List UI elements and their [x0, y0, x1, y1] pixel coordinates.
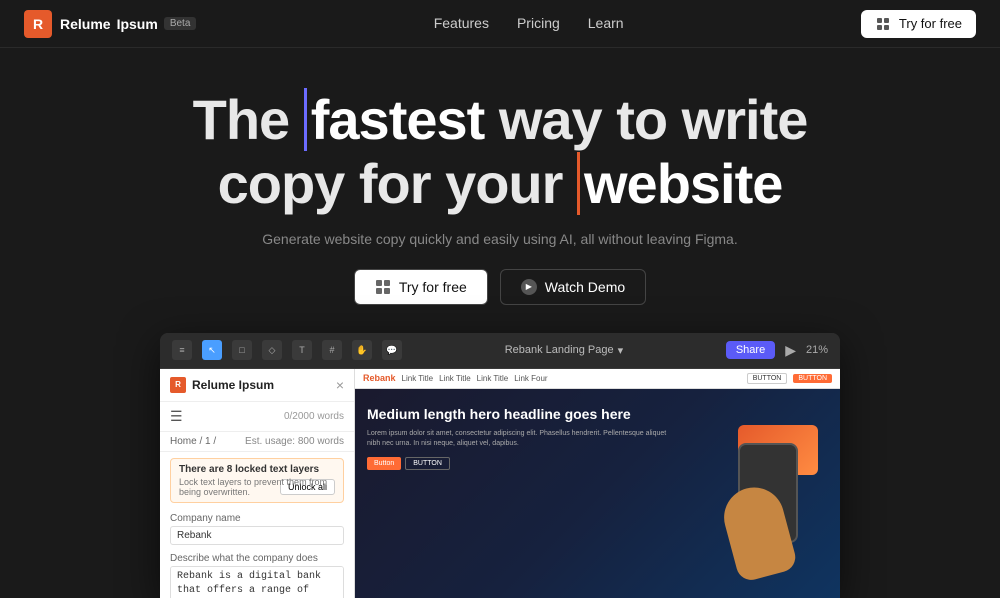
plugin-menu-bar: ☰ 0/2000 words — [160, 402, 354, 432]
grid-icon — [375, 279, 391, 295]
figma-comment-tool[interactable]: 💬 — [382, 340, 402, 360]
watch-demo-button[interactable]: ▶ Watch Demo — [500, 269, 646, 305]
figma-text-tool[interactable]: T — [292, 340, 312, 360]
figma-handoff-tool[interactable]: ✋ — [352, 340, 372, 360]
plugin-title: R Relume Ipsum — [170, 377, 274, 393]
logo-icon: R — [24, 10, 52, 38]
nav-cta-label: Try for free — [899, 16, 962, 31]
figma-menu-tool: ≡ — [172, 340, 192, 360]
website-preview: Rebank Link Title Link Title Link Title … — [355, 369, 840, 598]
website-hero-btn2[interactable]: BUTTON — [405, 457, 450, 470]
nav-links: Features Pricing Learn — [434, 15, 624, 33]
hero-highlight-website: website — [577, 152, 782, 215]
hero-highlight-fastest: fastest — [304, 88, 485, 151]
figma-frame-tool[interactable]: □ — [232, 340, 252, 360]
company-name-input[interactable] — [170, 526, 344, 545]
nav-link-pricing[interactable]: Pricing — [517, 15, 560, 31]
nav-cta-button[interactable]: Try for free — [861, 10, 976, 38]
hero-section: The fastest way to write copy for your w… — [0, 48, 1000, 305]
plugin-breadcrumb: Home / 1 / Est. usage: 800 words — [160, 432, 354, 452]
hero-buttons: Try for free ▶ Watch Demo — [354, 269, 646, 305]
hero-subtitle: Generate website copy quickly and easily… — [262, 231, 737, 247]
nav-link-learn[interactable]: Learn — [588, 15, 624, 31]
try-for-free-button[interactable]: Try for free — [354, 269, 488, 305]
website-hero-body: Lorem ipsum dolor sit amet, consectetur … — [367, 429, 678, 449]
try-for-free-label: Try for free — [399, 279, 467, 295]
figma-component-tool[interactable]: # — [322, 340, 342, 360]
website-nav-link-3: Link Title — [477, 374, 509, 383]
figma-toolbar: ≡ ↖ □ ◇ T # ✋ 💬 Rebank Landing Page ▾ Sh… — [160, 333, 840, 369]
figma-window: ≡ ↖ □ ◇ T # ✋ 💬 Rebank Landing Page ▾ Sh… — [160, 333, 840, 598]
figma-canvas-title: Rebank Landing Page ▾ — [412, 344, 716, 357]
website-nav-btn-outline[interactable]: BUTTON — [747, 373, 788, 384]
logo: R Relume Ipsum Beta — [24, 10, 196, 38]
beta-badge: Beta — [164, 17, 197, 30]
plugin-close-button[interactable]: × — [336, 377, 344, 393]
website-brand: Rebank — [363, 373, 396, 383]
website-hero-image — [688, 405, 828, 582]
figma-cursor-tool[interactable]: ↖ — [202, 340, 222, 360]
plugin-logo-icon: R — [170, 377, 186, 393]
plugin-hamburger-icon[interactable]: ☰ — [170, 408, 183, 425]
figma-zoom-level: 21% — [806, 344, 828, 356]
watch-demo-label: Watch Demo — [545, 279, 625, 295]
plugin-panel: R Relume Ipsum × ☰ 0/2000 words Home / 1… — [160, 369, 355, 598]
website-hero-text: Medium length hero headline goes here Lo… — [367, 405, 678, 582]
website-nav-link-2: Link Title — [439, 374, 471, 383]
plugin-word-count: 0/2000 words — [284, 411, 344, 422]
hero-title: The fastest way to write copy for your w… — [193, 88, 808, 217]
play-icon: ▶ — [521, 279, 537, 295]
figma-play-btn[interactable]: ▶ — [785, 342, 796, 359]
mockup-wrapper: ≡ ↖ □ ◇ T # ✋ 💬 Rebank Landing Page ▾ Sh… — [0, 333, 1000, 598]
plugin-header: R Relume Ipsum × — [160, 369, 354, 402]
figma-canvas: R Relume Ipsum × ☰ 0/2000 words Home / 1… — [160, 369, 840, 598]
website-hero-title: Medium length hero headline goes here — [367, 405, 678, 423]
website-hero-buttons: Button BUTTON — [367, 457, 678, 470]
navbar: R Relume Ipsum Beta Features Pricing Lea… — [0, 0, 1000, 48]
figma-icon — [875, 16, 891, 32]
website-nav-link-1: Link Title — [402, 374, 434, 383]
website-nav-btn-filled[interactable]: BUTTON — [793, 374, 832, 383]
nav-link-features[interactable]: Features — [434, 15, 489, 31]
website-hero-section: Medium length hero headline goes here Lo… — [355, 389, 840, 598]
plugin-company-name-field: Company name — [160, 509, 354, 549]
website-hero-btn1[interactable]: Button — [367, 457, 401, 470]
logo-text: Relume Ipsum Beta — [60, 16, 196, 32]
plugin-description-field: Describe what the company does Rebank is… — [160, 549, 354, 598]
website-nav-link-4: Link Four — [514, 374, 547, 383]
figma-shape-tool[interactable]: ◇ — [262, 340, 282, 360]
figma-share-button[interactable]: Share — [726, 341, 775, 359]
plugin-locked-notice: There are 8 locked text layers Lock text… — [170, 458, 344, 503]
website-preview-nav: Rebank Link Title Link Title Link Title … — [355, 369, 840, 389]
description-textarea[interactable]: Rebank is a digital bank that offers a r… — [170, 566, 344, 598]
